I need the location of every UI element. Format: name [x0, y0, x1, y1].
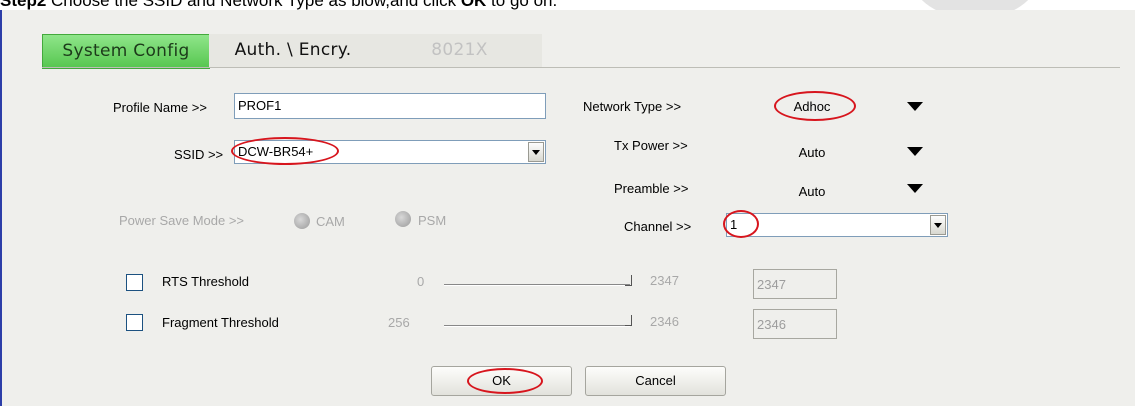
tx-power-dropdown-icon[interactable] — [907, 147, 923, 156]
rts-slider-track[interactable] — [444, 284, 630, 286]
rts-min-label: 0 — [417, 274, 425, 289]
fragment-value-field: 2346 — [753, 309, 837, 339]
psm-label: PSM — [418, 213, 447, 228]
fragment-slider-track[interactable] — [444, 325, 630, 327]
profile-name-label: Profile Name >> — [113, 100, 207, 115]
rts-threshold-label: RTS Threshold — [162, 274, 249, 289]
network-type-label: Network Type >> — [583, 99, 682, 114]
fragment-threshold-label: Fragment Threshold — [162, 315, 279, 330]
tx-power-label: Tx Power >> — [614, 138, 688, 153]
tab-system-config[interactable]: System Config — [42, 34, 210, 69]
step-label: Step2 — [0, 0, 47, 10]
cancel-button[interactable]: Cancel — [585, 366, 726, 396]
ssid-highlight-ellipse — [231, 137, 339, 165]
power-save-mode-label: Power Save Mode >> — [119, 213, 245, 228]
config-window: System Config Auth. \ Encry. 8021X Profi… — [0, 10, 1135, 406]
rts-max-label: 2347 — [650, 273, 679, 288]
channel-highlight-ellipse — [723, 210, 759, 238]
psm-radio-icon — [395, 211, 411, 227]
instruction-tail: to go on. — [486, 0, 558, 10]
ok-highlight-ellipse — [467, 368, 543, 394]
cam-label: CAM — [316, 214, 345, 229]
rts-threshold-checkbox[interactable] — [126, 274, 143, 291]
cam-radio-icon — [294, 213, 310, 229]
fragment-max-label: 2346 — [650, 314, 679, 329]
channel-combobox[interactable]: 1 — [726, 213, 948, 237]
rts-slider-thumb[interactable] — [625, 275, 632, 286]
channel-label: Channel >> — [624, 219, 692, 234]
network-type-dropdown-icon[interactable] — [907, 102, 923, 111]
instruction-ok-word: OK — [460, 0, 487, 10]
profile-name-input[interactable]: PROF1 — [234, 93, 546, 119]
channel-dropdown-arrow-icon[interactable] — [930, 215, 946, 235]
tab-divider — [42, 67, 1120, 68]
preamble-dropdown-icon[interactable] — [907, 184, 923, 193]
tab-8021x: 8021X — [377, 34, 542, 67]
instruction-body: Choose the SSID and Network Type as blow… — [46, 0, 461, 10]
fragment-slider-thumb[interactable] — [625, 315, 632, 326]
tx-power-value[interactable]: Auto — [772, 145, 852, 160]
network-type-highlight-ellipse — [774, 91, 856, 121]
ssid-dropdown-arrow-icon[interactable] — [528, 142, 544, 162]
rts-value-field: 2347 — [753, 269, 837, 299]
fragment-min-label: 256 — [388, 315, 410, 330]
preamble-label: Preamble >> — [614, 181, 689, 196]
ssid-label: SSID >> — [174, 147, 224, 162]
preamble-value[interactable]: Auto — [772, 184, 852, 199]
tab-auth-encry[interactable]: Auth. \ Encry. — [209, 34, 377, 67]
fragment-threshold-checkbox[interactable] — [126, 314, 143, 331]
